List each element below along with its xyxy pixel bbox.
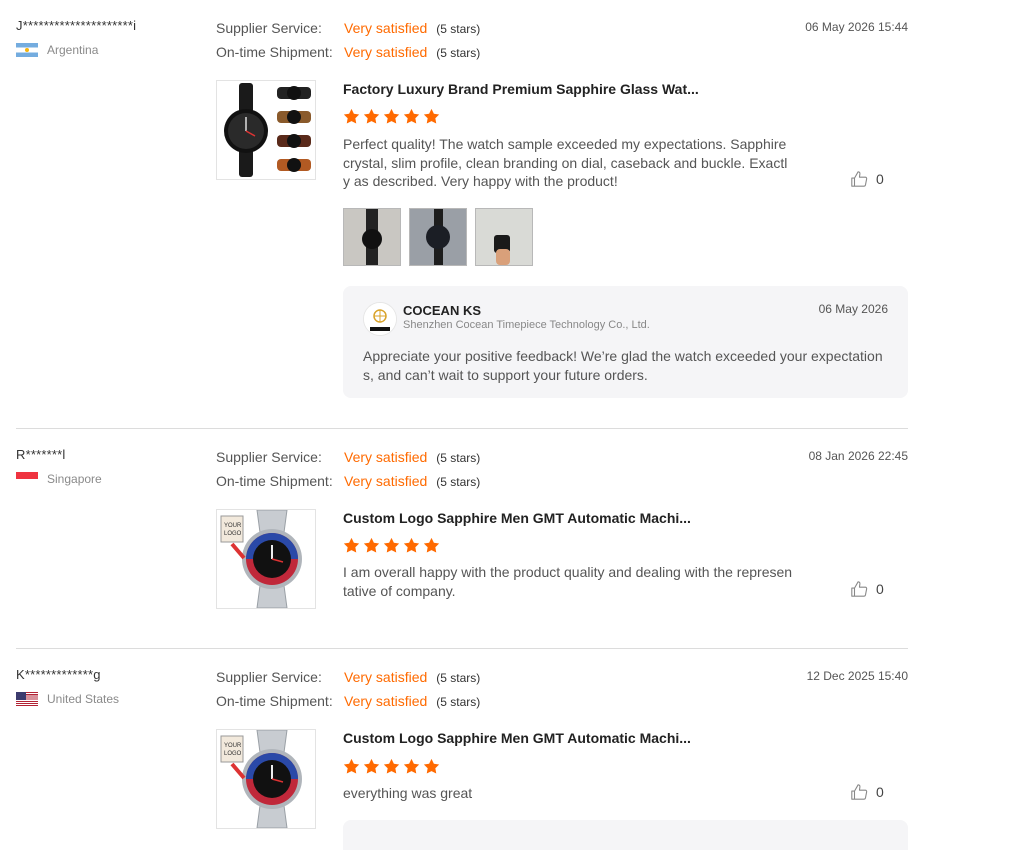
country-name: Singapore <box>47 472 102 486</box>
star-icon <box>403 758 420 774</box>
reviewer-country: Singapore <box>16 472 102 486</box>
review-photo-image-icon <box>410 209 466 265</box>
review-photo-image-icon <box>344 209 400 265</box>
review-photos <box>343 208 533 266</box>
svg-text:YOUR: YOUR <box>224 743 242 749</box>
product-title-link[interactable]: Factory Luxury Brand Premium Sapphire Gl… <box>343 81 699 97</box>
singapore-flag-icon <box>16 472 38 486</box>
shipment-rating: On-time Shipment: Very satisfied (5 star… <box>216 44 480 60</box>
star-rating <box>343 537 440 554</box>
review-date: 12 Dec 2025 15:40 <box>806 669 908 683</box>
watch-image-icon: YOUR LOGO <box>217 510 315 608</box>
rating-label: On-time Shipment: <box>216 44 333 60</box>
like-count: 0 <box>876 784 884 800</box>
star-icon <box>423 537 440 553</box>
thumbs-up-icon <box>851 171 868 187</box>
country-name: Argentina <box>47 43 99 57</box>
review-date: 08 Jan 2026 22:45 <box>808 449 908 463</box>
reply-text: Appreciate your positive feedback! We’re… <box>363 348 883 383</box>
reviewer-name: J*********************i <box>16 18 137 33</box>
rating-stars-text: (5 stars) <box>436 451 481 465</box>
watch-image-icon: YOUR LOGO <box>217 730 315 828</box>
shipment-rating: On-time Shipment: Very satisfied (5 star… <box>216 693 480 709</box>
rating-value: Very satisfied <box>344 693 428 709</box>
review-comment: Perfect quality! The watch sample exceed… <box>343 136 788 189</box>
supplier-service-rating: Supplier Service: Very satisfied (5 star… <box>216 669 480 685</box>
supplier-company: Shenzhen Cocean Timepiece Technology Co.… <box>403 319 650 331</box>
like-count: 0 <box>876 581 884 597</box>
product-title-link[interactable]: Custom Logo Sapphire Men GMT Automatic M… <box>343 510 691 526</box>
star-icon <box>403 108 420 124</box>
argentina-flag-icon <box>16 43 38 57</box>
supplier-service-rating: Supplier Service: Very satisfied (5 star… <box>216 20 480 36</box>
supplier-service-rating: Supplier Service: Very satisfied (5 star… <box>216 449 480 465</box>
review-item: K*************g United States Supplier S… <box>0 649 908 850</box>
reviewer-country: Argentina <box>16 43 98 57</box>
watch-image-icon <box>224 83 311 177</box>
review-photo[interactable] <box>409 208 467 266</box>
supplier-logo-icon <box>363 302 397 336</box>
rating-stars-text: (5 stars) <box>436 671 481 685</box>
supplier-reply: COCEAN KS Shenzhen Cocean Timepiece Tech… <box>343 286 908 398</box>
star-rating <box>343 108 440 125</box>
review-item: R*******l Singapore Supplier Service: Ve… <box>0 429 908 648</box>
shipment-rating: On-time Shipment: Very satisfied (5 star… <box>216 473 480 489</box>
star-rating <box>343 758 440 775</box>
review-photo[interactable] <box>343 208 401 266</box>
star-icon <box>423 108 440 124</box>
rating-value: Very satisfied <box>344 669 428 685</box>
united-states-flag-icon <box>16 692 38 706</box>
review-photo[interactable] <box>475 208 533 266</box>
like-button[interactable]: 0 <box>850 170 884 188</box>
rating-value: Very satisfied <box>344 20 428 36</box>
like-button[interactable]: 0 <box>850 783 884 801</box>
rating-stars-text: (5 stars) <box>436 22 481 36</box>
rating-label: Supplier Service: <box>216 669 322 685</box>
country-name: United States <box>47 692 120 706</box>
star-icon <box>423 758 440 774</box>
review-comment: I am overall happy with the product qual… <box>343 564 793 599</box>
svg-text:YOUR: YOUR <box>224 523 242 529</box>
thumbs-up-icon <box>851 581 868 597</box>
thumbs-up-icon <box>851 784 868 800</box>
star-icon <box>363 537 380 553</box>
reviewer-country: United States <box>16 692 119 706</box>
supplier-name: COCEAN KS <box>403 303 482 318</box>
review-date: 06 May 2026 15:44 <box>805 20 908 34</box>
rating-stars-text: (5 stars) <box>436 475 481 489</box>
star-icon <box>343 537 360 553</box>
star-icon <box>383 758 400 774</box>
rating-stars-text: (5 stars) <box>436 46 481 60</box>
star-icon <box>363 758 380 774</box>
review-comment: everything was great <box>343 785 473 801</box>
rating-value: Very satisfied <box>344 473 428 489</box>
svg-text:LOGO: LOGO <box>224 751 242 757</box>
reviewer-name: R*******l <box>16 447 66 462</box>
star-icon <box>403 537 420 553</box>
like-button[interactable]: 0 <box>850 580 884 598</box>
product-thumbnail[interactable]: YOUR LOGO <box>216 729 316 829</box>
rating-value: Very satisfied <box>344 449 428 465</box>
supplier-reply <box>343 820 908 850</box>
rating-stars-text: (5 stars) <box>436 695 481 709</box>
svg-text:LOGO: LOGO <box>224 531 242 537</box>
rating-label: Supplier Service: <box>216 20 322 36</box>
rating-label: On-time Shipment: <box>216 693 333 709</box>
star-icon <box>383 537 400 553</box>
reply-date: 06 May 2026 <box>818 302 888 316</box>
reviewer-name: K*************g <box>16 667 101 682</box>
rating-label: On-time Shipment: <box>216 473 333 489</box>
product-thumbnail[interactable] <box>216 80 316 180</box>
review-item: J*********************i Argentina Suppli… <box>0 0 908 428</box>
product-title-link[interactable]: Custom Logo Sapphire Men GMT Automatic M… <box>343 730 691 746</box>
rating-value: Very satisfied <box>344 44 428 60</box>
like-count: 0 <box>876 171 884 187</box>
review-photo-image-icon <box>476 209 532 265</box>
star-icon <box>343 758 360 774</box>
rating-label: Supplier Service: <box>216 449 322 465</box>
star-icon <box>363 108 380 124</box>
product-thumbnail[interactable]: YOUR LOGO <box>216 509 316 609</box>
star-icon <box>383 108 400 124</box>
star-icon <box>343 108 360 124</box>
